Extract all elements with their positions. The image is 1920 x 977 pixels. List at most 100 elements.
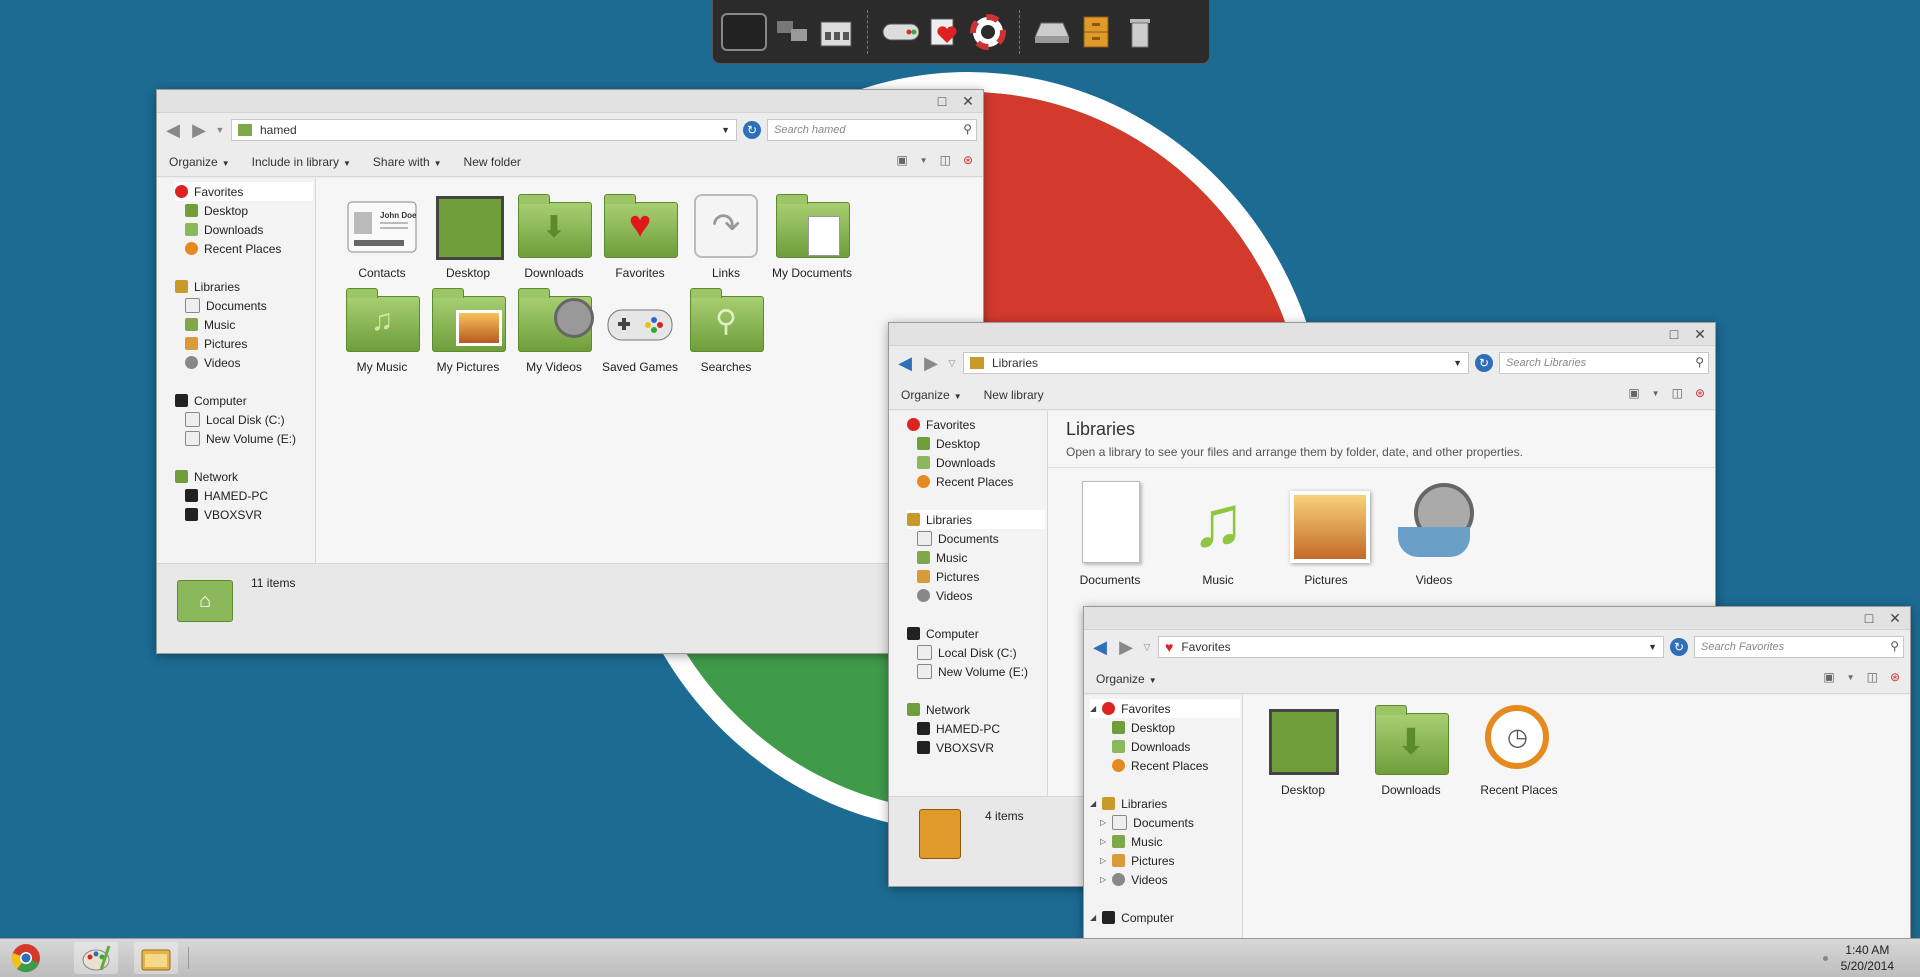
forward-arrow-icon[interactable]: ▶ — [921, 353, 941, 373]
help-icon[interactable]: ⊛ — [1890, 670, 1900, 684]
nav-documents[interactable]: Documents — [917, 529, 999, 548]
title-bar[interactable]: □ ✕ — [157, 90, 983, 113]
forward-arrow-icon[interactable]: ▶ — [1116, 637, 1136, 657]
organize-button[interactable]: Organize ▼ — [901, 388, 962, 402]
title-bar[interactable]: □ ✕ — [889, 323, 1715, 346]
maximize-button[interactable]: □ — [1661, 325, 1687, 343]
system-clock[interactable]: 1:40 AM 5/20/2014 — [1841, 942, 1894, 974]
nav-favorites[interactable]: Favorites — [175, 182, 313, 201]
item-downloads[interactable]: ⬇ Downloads — [506, 194, 602, 280]
search-icon[interactable]: ⚲ — [963, 122, 972, 136]
recent-pages-dropdown[interactable]: ▽ — [947, 353, 957, 373]
cabinet-icon[interactable] — [817, 13, 855, 51]
maximize-button[interactable]: □ — [929, 92, 955, 110]
address-dropdown-icon[interactable]: ▼ — [1648, 642, 1657, 652]
item-my-documents[interactable]: My Documents — [764, 194, 860, 280]
nav-documents[interactable]: ▷ Documents — [1100, 813, 1194, 832]
item-contacts[interactable]: John Doe Contacts — [334, 194, 430, 280]
gamepad-icon[interactable] — [881, 13, 919, 51]
file-explorer-icon[interactable] — [134, 942, 178, 974]
nav-favorites[interactable]: ◢ Favorites — [1090, 699, 1240, 718]
item-links[interactable]: ↷ Links — [678, 194, 774, 280]
nav-recent-places[interactable]: Recent Places — [185, 239, 281, 258]
back-arrow-icon[interactable]: ◀ — [163, 120, 183, 140]
item-downloads[interactable]: ⬇ Downloads — [1363, 705, 1459, 797]
library-music[interactable]: ♫ Music — [1170, 479, 1266, 587]
nav-desktop[interactable]: Desktop — [185, 201, 248, 220]
view-dropdown-icon[interactable]: ▼ — [920, 156, 928, 165]
preview-pane-icon[interactable]: ◫ — [940, 153, 951, 167]
nav-pictures[interactable]: Pictures — [185, 334, 247, 353]
file-cabinet-icon[interactable] — [1077, 13, 1115, 51]
nav-network[interactable]: Network — [175, 467, 238, 486]
nav-computer[interactable]: ◢ Computer — [1090, 908, 1174, 927]
title-bar[interactable]: □ ✕ — [1084, 607, 1910, 630]
address-dropdown-icon[interactable]: ▼ — [1453, 358, 1462, 368]
address-bar[interactable]: hamed ▼ — [231, 119, 737, 141]
include-in-library-button[interactable]: Include in library ▼ — [252, 155, 351, 169]
back-arrow-icon[interactable]: ◀ — [1090, 637, 1110, 657]
organize-button[interactable]: Organize ▼ — [1096, 672, 1157, 686]
recent-pages-dropdown[interactable]: ▼ — [215, 120, 225, 140]
nav-network[interactable]: Network — [907, 700, 970, 719]
organize-button[interactable]: Organize ▼ — [169, 155, 230, 169]
nav-desktop[interactable]: Desktop — [917, 434, 980, 453]
change-view-icon[interactable]: ▣ — [1628, 386, 1639, 400]
address-bar[interactable]: ♥ Favorites ▼ — [1158, 636, 1664, 658]
nav-documents[interactable]: Documents — [185, 296, 267, 315]
recent-pages-dropdown[interactable]: ▽ — [1142, 637, 1152, 657]
item-my-music[interactable]: ♫ My Music — [334, 288, 430, 374]
nav-videos[interactable]: Videos — [185, 353, 240, 372]
library-pictures[interactable]: Pictures — [1278, 479, 1374, 587]
drive-icon[interactable] — [1033, 13, 1071, 51]
refresh-icon[interactable]: ↻ — [1475, 354, 1493, 372]
maximize-button[interactable]: □ — [1856, 609, 1882, 627]
network-icon[interactable] — [773, 13, 811, 51]
nav-computer[interactable]: Computer — [907, 624, 979, 643]
close-button[interactable]: ✕ — [1687, 325, 1713, 343]
nav-computer[interactable]: Computer — [175, 391, 247, 410]
nav-music[interactable]: Music — [917, 548, 967, 567]
new-library-button[interactable]: New library — [984, 388, 1044, 402]
nav-libraries[interactable]: Libraries — [175, 277, 240, 296]
search-icon[interactable]: ⚲ — [1695, 355, 1704, 369]
help-icon[interactable]: ⊛ — [963, 153, 973, 167]
help-lifebuoy-icon[interactable] — [969, 13, 1007, 51]
change-view-icon[interactable]: ▣ — [896, 153, 907, 167]
address-bar[interactable]: Libraries ▼ — [963, 352, 1469, 374]
nav-recent-places[interactable]: Recent Places — [917, 472, 1013, 491]
search-input[interactable]: Search Libraries ⚲ — [1499, 352, 1709, 374]
refresh-icon[interactable]: ↻ — [743, 121, 761, 139]
back-arrow-icon[interactable]: ◀ — [895, 353, 915, 373]
nav-local-disk[interactable]: Local Disk (C:) — [917, 643, 1017, 662]
chrome-icon[interactable] — [4, 942, 48, 974]
item-saved-games[interactable]: Saved Games — [592, 288, 688, 374]
nav-hamed-pc[interactable]: HAMED-PC — [917, 719, 1000, 738]
search-input[interactable]: Search hamed ⚲ — [767, 119, 977, 141]
item-desktop[interactable]: Desktop — [420, 194, 516, 280]
view-dropdown-icon[interactable]: ▼ — [1847, 673, 1855, 682]
item-my-videos[interactable]: My Videos — [506, 288, 602, 374]
nav-pictures[interactable]: ▷ Pictures — [1100, 851, 1175, 870]
address-dropdown-icon[interactable]: ▼ — [721, 125, 730, 135]
nav-downloads[interactable]: Downloads — [185, 220, 263, 239]
nav-vboxsvr[interactable]: VBOXSVR — [917, 738, 994, 757]
nav-new-volume[interactable]: New Volume (E:) — [185, 429, 296, 448]
nav-libraries[interactable]: Libraries — [907, 510, 1045, 529]
item-searches[interactable]: ⚲ Searches — [678, 288, 774, 374]
nav-music[interactable]: Music — [185, 315, 235, 334]
nav-downloads[interactable]: Downloads — [1112, 737, 1190, 756]
library-videos[interactable]: Videos — [1386, 479, 1482, 587]
item-desktop[interactable]: Desktop — [1255, 705, 1351, 797]
nav-libraries[interactable]: ◢ Libraries — [1090, 794, 1167, 813]
change-view-icon[interactable]: ▣ — [1823, 670, 1834, 684]
item-my-pictures[interactable]: My Pictures — [420, 288, 516, 374]
refresh-icon[interactable]: ↻ — [1670, 638, 1688, 656]
nav-videos[interactable]: ▷ Videos — [1100, 870, 1168, 889]
nav-vboxsvr[interactable]: VBOXSVR — [185, 505, 262, 524]
close-button[interactable]: ✕ — [955, 92, 981, 110]
search-icon[interactable]: ⚲ — [1890, 639, 1899, 653]
share-with-button[interactable]: Share with ▼ — [373, 155, 442, 169]
new-folder-button[interactable]: New folder — [464, 155, 521, 169]
forward-arrow-icon[interactable]: ▶ — [189, 120, 209, 140]
